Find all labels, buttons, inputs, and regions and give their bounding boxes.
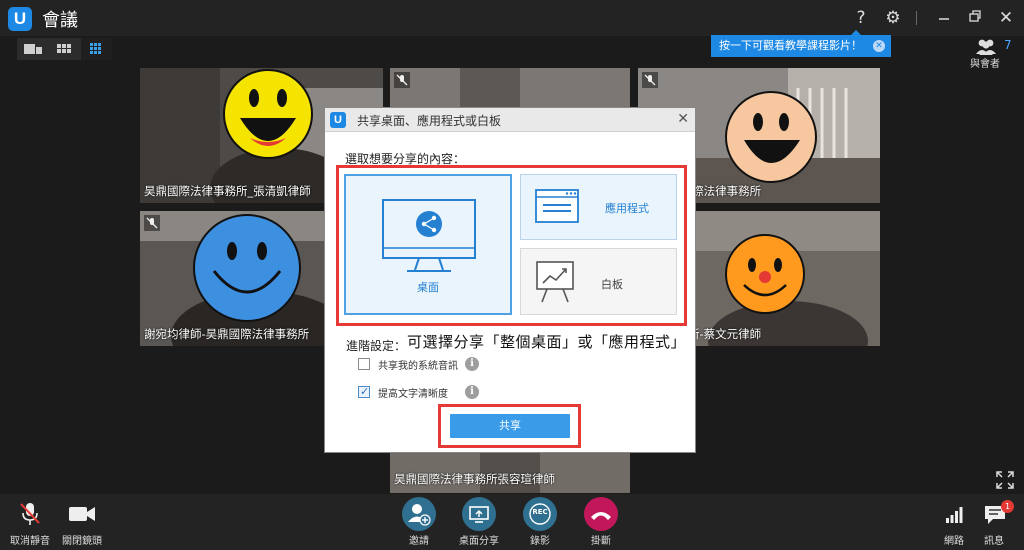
window-title: 會議	[42, 10, 78, 31]
layout-switcher	[17, 38, 112, 60]
smiley-emoji-icon	[725, 234, 805, 314]
video-frame	[390, 68, 630, 108]
dialog-close-icon[interactable]: ✕	[677, 111, 689, 127]
tile-name-label: 昊鼎國際法律事務所_張清凱律師	[144, 184, 311, 198]
hangup-label: 掛斷	[591, 536, 611, 547]
grid-layout-button[interactable]	[81, 38, 112, 60]
record-label: 錄影	[530, 536, 550, 547]
check-icon: ✓	[360, 385, 370, 398]
whiteboard-option[interactable]: 白板	[520, 248, 677, 315]
video-tile[interactable]	[390, 68, 630, 108]
messages-label: 訊息	[984, 536, 1004, 547]
app-window-icon	[535, 189, 579, 223]
restore-icon[interactable]	[963, 6, 987, 30]
stop-video-button[interactable]: 關閉鏡頭	[52, 494, 112, 550]
record-icon-text: REC	[532, 508, 548, 516]
invite-button[interactable]: 邀請	[389, 494, 449, 550]
system-audio-checkbox[interactable]	[358, 358, 370, 370]
desktop-option-label: 桌面	[417, 281, 439, 294]
unmute-label: 取消靜音	[10, 536, 50, 547]
camera-icon	[69, 507, 95, 521]
meeting-window: U 會議 ? ⚙ ✕ 按一下可觀看教學課程影片！ ✕ 7 與會者 昊鼎國際法律事…	[0, 0, 1024, 550]
messages-button[interactable]: 1 訊息	[964, 494, 1024, 550]
text-clarity-checkbox[interactable]: ✓	[358, 385, 370, 398]
app-logo-letter: U	[13, 9, 27, 28]
tile-name-label: 昊鼎國際法律事務所張容瑄律師	[394, 472, 555, 486]
dialog-title: 共享桌面、應用程式或白板	[357, 114, 502, 128]
mic-muted-icon	[642, 72, 658, 88]
bottom-toolbar: 取消靜音 關閉鏡頭 邀請 桌面分享 REC 錄影 掛斷 網路 1 訊息	[0, 494, 1024, 550]
monitor-share-icon	[382, 199, 476, 272]
smiley-emoji-icon	[193, 214, 301, 322]
handwritten-annotation: 可選擇分享「整個桌面」或「應用程式」	[407, 333, 687, 351]
mic-muted-icon	[144, 215, 160, 231]
tile-name-label: 謝宛均律師-昊鼎國際法律事務所	[144, 327, 310, 341]
gear-icon[interactable]: ⚙	[881, 6, 905, 30]
desktop-option[interactable]: 桌面	[344, 174, 512, 315]
share-dialog: U 共享桌面、應用程式或白板 ✕ 選取想要分享的內容： 桌面 應用程式 白板 進…	[324, 107, 696, 453]
minimize-icon[interactable]	[932, 6, 956, 30]
hangup-phone-icon	[584, 497, 618, 531]
record-button[interactable]: REC 錄影	[510, 494, 570, 550]
gallery-layout-button[interactable]	[49, 38, 80, 60]
share-screen-icon	[462, 497, 496, 531]
help-icon[interactable]: ?	[849, 6, 873, 30]
info-icon[interactable]: i	[465, 385, 479, 399]
share-desktop-label: 桌面分享	[459, 536, 499, 547]
tutorial-tooltip[interactable]: 按一下可觀看教學課程影片！ ✕	[711, 35, 891, 57]
tooltip-close-icon[interactable]: ✕	[873, 40, 885, 52]
text-clarity-label: 提高文字清晰度	[378, 389, 448, 400]
dialog-header: U 共享桌面、應用程式或白板 ✕	[325, 108, 695, 132]
tooltip-text: 按一下可觀看教學課程影片！	[719, 39, 862, 52]
application-option-label: 應用程式	[605, 202, 649, 215]
participants-label: 與會者	[970, 59, 1000, 70]
participants-button[interactable]: 7 與會者	[966, 37, 1022, 71]
share-button[interactable]: 共享	[450, 414, 570, 438]
stop-video-label: 關閉鏡頭	[62, 536, 102, 547]
dialog-logo-icon: U	[330, 112, 346, 128]
fullscreen-icon[interactable]	[995, 470, 1015, 490]
whiteboard-icon	[536, 261, 574, 303]
hangup-button[interactable]: 掛斷	[571, 494, 631, 550]
record-icon: REC	[523, 497, 557, 531]
video-tile[interactable]: 昊鼎國際法律事務所張容瑄律師	[390, 453, 630, 493]
participant-count: 7	[1004, 38, 1012, 52]
smiley-emoji-icon	[223, 69, 313, 159]
close-icon[interactable]: ✕	[994, 6, 1018, 30]
advanced-settings-label: 進階設定：	[346, 339, 407, 353]
people-icon	[976, 39, 996, 55]
system-audio-label: 共享我的系統音訊	[378, 361, 458, 372]
info-icon[interactable]: i	[465, 357, 479, 371]
smiley-emoji-icon	[725, 91, 817, 183]
mic-muted-icon	[394, 72, 410, 88]
app-logo-icon: U	[8, 7, 32, 31]
whiteboard-option-label: 白板	[601, 278, 623, 291]
invite-icon	[402, 497, 436, 531]
speaker-layout-button[interactable]	[17, 38, 48, 60]
mic-off-icon	[20, 503, 40, 525]
unmute-button[interactable]: 取消靜音	[0, 494, 60, 550]
title-separator	[916, 11, 917, 25]
invite-label: 邀請	[409, 536, 429, 547]
message-count-badge: 1	[1001, 500, 1014, 513]
application-option[interactable]: 應用程式	[520, 174, 677, 240]
title-bar: U 會議 ? ⚙ ✕	[0, 0, 1024, 36]
signal-icon	[946, 507, 963, 523]
share-desktop-button[interactable]: 桌面分享	[449, 494, 509, 550]
